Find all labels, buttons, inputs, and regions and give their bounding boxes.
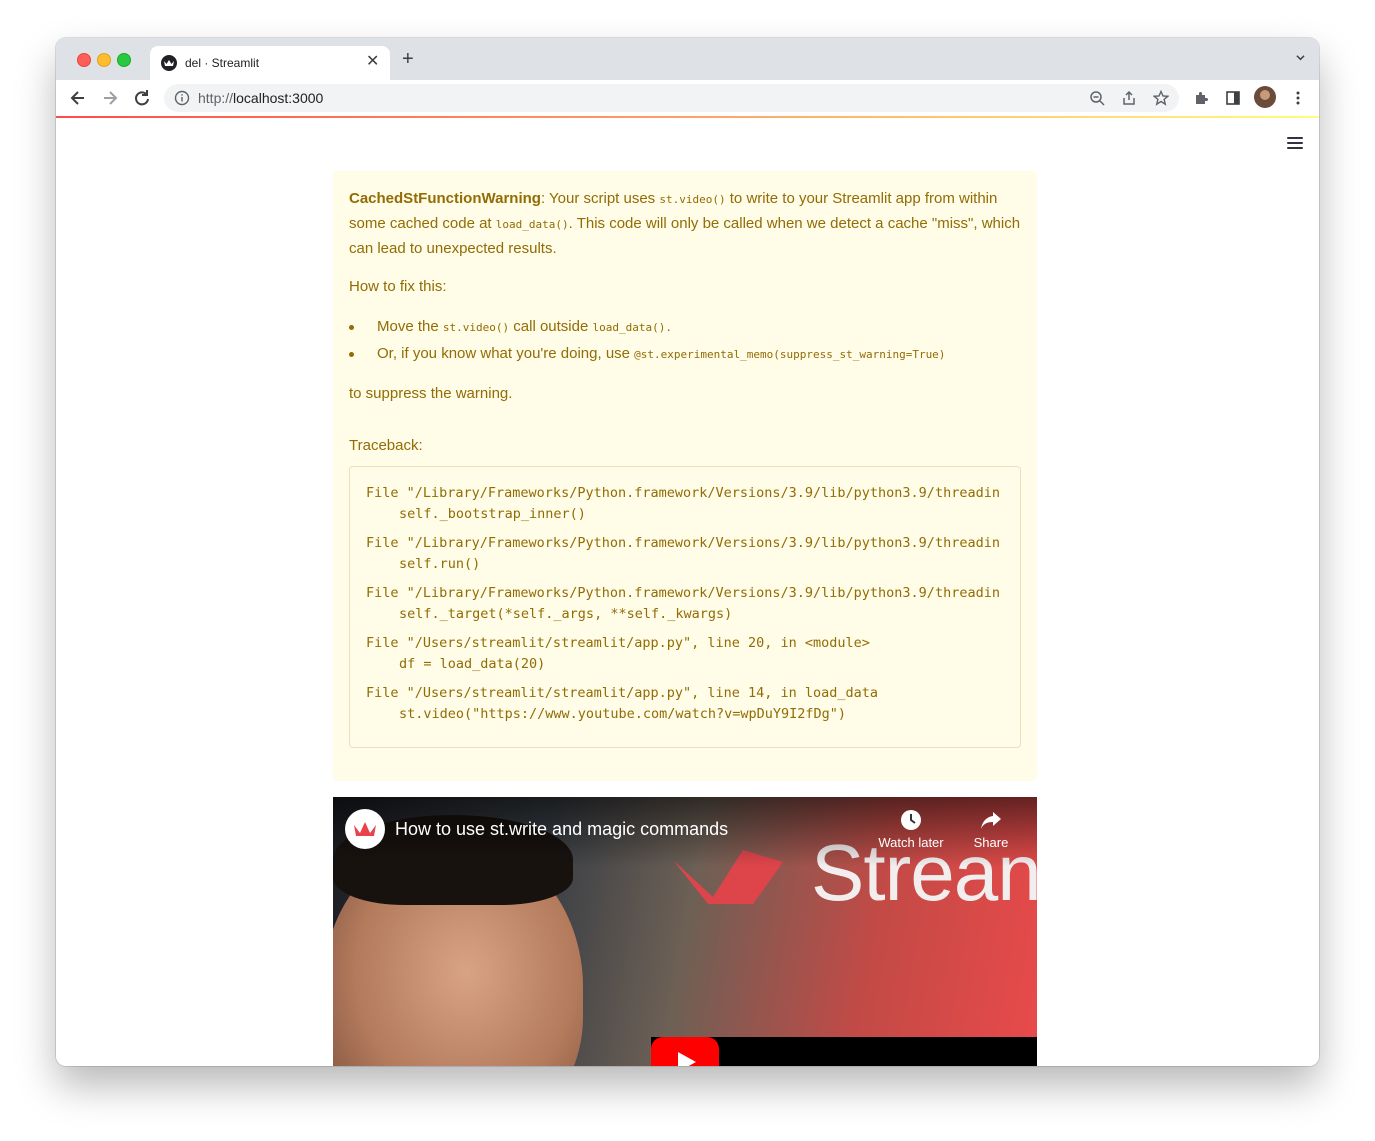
browser-window: del · Streamlit ✕ + http://localhost:300… [56,38,1319,1066]
youtube-play-button[interactable] [651,1037,719,1066]
forward-arrow-icon[interactable] [100,88,120,108]
traceback-line: File "/Users/streamlit/streamlit/app.py"… [366,685,879,701]
traceback-line: df = load_data(20) [399,656,546,672]
reload-icon[interactable] [132,88,152,108]
channel-avatar-icon[interactable] [345,809,385,849]
browser-tab[interactable]: del · Streamlit ✕ [150,46,390,80]
tab-close-icon[interactable]: ✕ [366,52,379,72]
streamlit-favicon-icon [161,55,177,71]
traceback-line: File "/Users/streamlit/streamlit/app.py"… [366,635,870,651]
url-text[interactable]: http://localhost:3000 [198,90,323,106]
share-icon[interactable] [1121,90,1137,106]
tab-title: del · Streamlit [185,56,260,70]
streamlit-app: CachedStFunctionWarning: Your script use… [56,118,1319,1066]
traceback-line: self._bootstrap_inner() [399,506,586,522]
traceback-line: File "/Library/Frameworks/Python.framewo… [366,535,1000,551]
traceback-line: File "/Library/Frameworks/Python.framewo… [366,485,1000,501]
side-panel-icon[interactable] [1225,90,1241,106]
warning-paragraph: CachedStFunctionWarning: Your script use… [349,190,1021,257]
watch-later-label: Watch later [878,835,944,850]
traceback-line: File "/Library/Frameworks/Python.framewo… [366,585,1000,601]
back-arrow-icon[interactable] [68,88,88,108]
suppress-text: to suppress the warning. [349,385,513,402]
traceback-line: st.video("https://www.youtube.com/watch?… [399,706,847,722]
bookmark-star-icon[interactable] [1153,90,1169,106]
share-label: Share [973,835,1009,850]
watch-later-button[interactable]: Watch later [876,809,946,850]
how-to-fix-heading: How to fix this: [349,278,447,295]
browser-menu-icon[interactable] [1296,91,1300,105]
share-button[interactable]: Share [956,809,1026,850]
youtube-video-player[interactable]: Strean How to use st.write and magic com… [333,797,1037,1066]
browser-toolbar: http://localhost:3000 [56,80,1319,116]
video-title[interactable]: How to use st.write and magic commands [395,819,728,840]
minimize-window-button[interactable] [97,53,111,67]
traceback-label: Traceback: [349,437,423,454]
share-arrow-icon [981,812,1001,829]
info-icon[interactable] [174,90,190,106]
profile-avatar[interactable] [1254,86,1276,108]
maximize-window-button[interactable] [117,53,131,67]
cached-function-warning: CachedStFunctionWarning: Your script use… [333,171,1037,781]
traceback-block: File "/Library/Frameworks/Python.framewo… [349,466,1021,748]
new-tab-plus-icon[interactable]: + [402,49,414,69]
extensions-puzzle-icon[interactable] [1193,90,1209,106]
chevron-down-icon[interactable] [1296,53,1305,62]
traceback-line: self._target(*self._args, **self._kwargs… [399,606,733,622]
address-bar[interactable]: http://localhost:3000 [164,84,1179,112]
traceback-line: self.run() [399,556,481,572]
warning-title: CachedStFunctionWarning [349,190,541,207]
main-menu-icon[interactable] [1287,137,1303,150]
close-window-button[interactable] [77,53,91,67]
clock-icon [901,810,921,830]
tab-bar: del · Streamlit ✕ + [56,38,1319,80]
zoom-icon[interactable] [1089,90,1105,106]
